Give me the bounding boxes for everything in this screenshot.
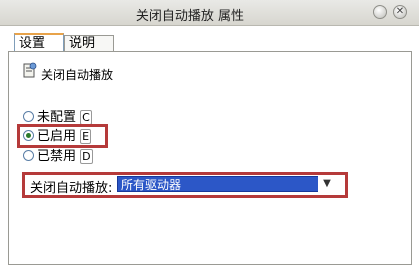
tab-explain[interactable]: 说明 [64, 35, 114, 51]
annotation-highlight-enabled [17, 124, 108, 148]
close-button[interactable]: ✕ [393, 5, 407, 19]
radio-circle[interactable] [23, 150, 34, 161]
hotkey-hint: D [80, 149, 93, 164]
radio-disabled[interactable]: 已禁用 D [23, 149, 93, 165]
policy-settings-icon [23, 62, 37, 78]
hotkey-hint: C [80, 110, 92, 125]
radio-circle[interactable] [23, 111, 34, 122]
close-icon: ✕ [395, 6, 405, 17]
radio-label: 已禁用 [37, 149, 77, 164]
window-title: 关闭自动播放 属性 [135, 9, 245, 24]
minimize-button[interactable] [373, 5, 387, 19]
radio-label: 未配置 [37, 110, 77, 125]
tab-settings[interactable]: 设置 [14, 33, 64, 51]
policy-title: 关闭自动播放 [41, 68, 114, 82]
title-bar: 关闭自动播放 属性 ✕ [0, 0, 419, 26]
annotation-highlight-dropdown [22, 172, 348, 198]
